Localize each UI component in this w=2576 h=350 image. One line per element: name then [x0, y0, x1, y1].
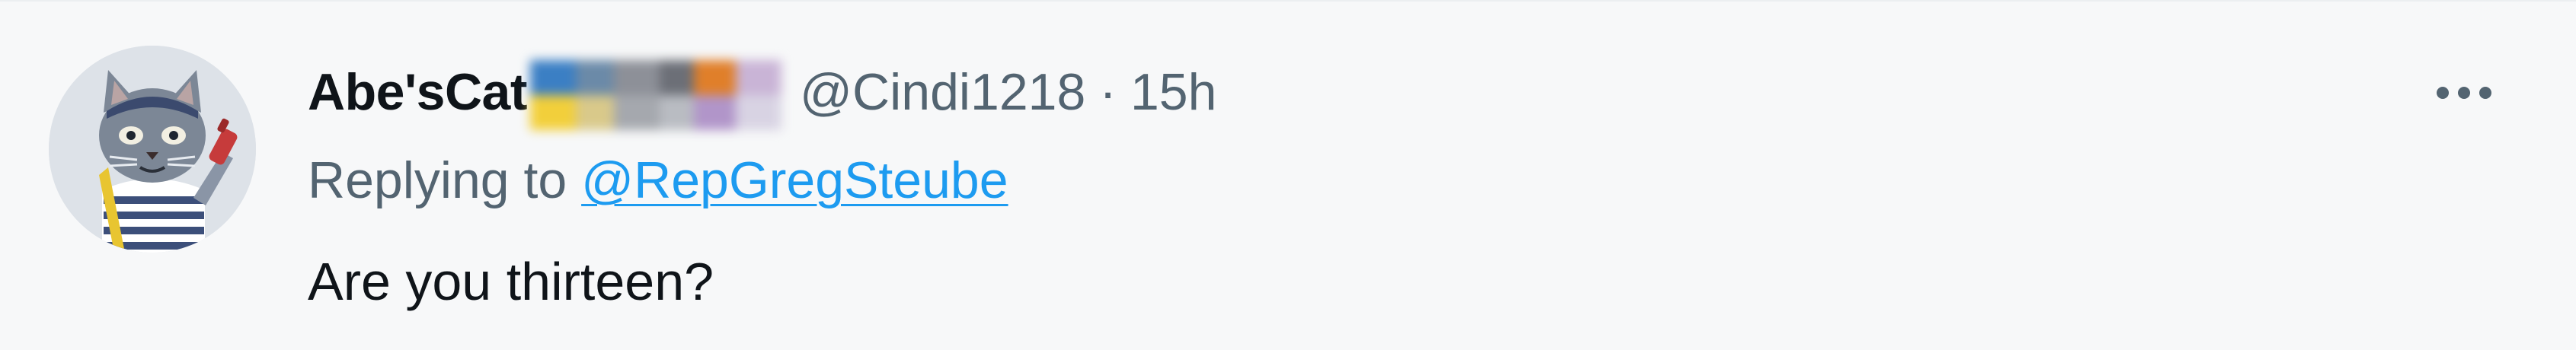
user-handle[interactable]: @Cindi1218 [800, 62, 1085, 122]
cat-avatar-icon [49, 46, 256, 253]
tweet-header: Abe'sCat @Cindi1218 · 15h [308, 50, 1216, 134]
replying-to-link[interactable]: @RepGregSteube [581, 151, 1008, 209]
replying-prefix: Replying to [308, 151, 582, 209]
tweet-card[interactable]: Abe'sCat @Cindi1218 · 15h Replying to @R [0, 0, 2576, 350]
timestamp[interactable]: 15h [1130, 62, 1216, 122]
separator-dot: · [1099, 63, 1117, 121]
more-button[interactable] [2422, 62, 2506, 123]
display-name-emoji [530, 52, 789, 138]
replying-to: Replying to @RepGregSteube [308, 151, 1008, 210]
avatar[interactable] [49, 46, 256, 253]
more-icon [2437, 87, 2491, 99]
tweet-text: Are you thirteen? [308, 252, 714, 311]
display-name[interactable]: Abe'sCat [308, 62, 528, 122]
